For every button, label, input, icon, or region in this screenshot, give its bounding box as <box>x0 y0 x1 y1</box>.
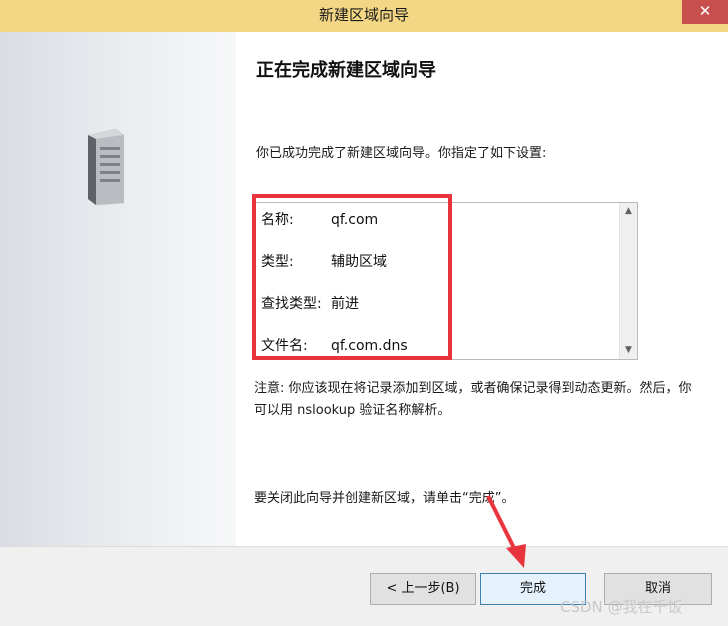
page-title: 正在完成新建区域向导 <box>256 60 436 81</box>
scroll-down-icon[interactable]: ▼ <box>620 342 637 359</box>
note-text: 注意: 你应该现在将记录添加到区域，或者确保记录得到动态更新。然后，你可以用 n… <box>254 381 692 418</box>
window-title: 新建区域向导 <box>318 6 409 24</box>
wizard-window: 新建区域向导 ✕ 正在完成新建区域向导 你已成功完成了新建区域向导。你指定了如下… <box>0 0 728 626</box>
close-button[interactable]: ✕ <box>682 0 728 24</box>
close-icon: ✕ <box>698 2 712 20</box>
scroll-up-icon[interactable]: ▲ <box>620 203 637 220</box>
intro-text: 你已成功完成了新建区域向导。你指定了如下设置: <box>256 146 547 161</box>
side-banner <box>0 32 236 546</box>
back-button[interactable]: < 上一步(B) <box>370 573 476 605</box>
red-arrow-annotation <box>486 495 526 568</box>
vertical-scrollbar[interactable]: ▲ ▼ <box>619 203 637 359</box>
content-area: 正在完成新建区域向导 你已成功完成了新建区域向导。你指定了如下设置: 名称: qf… <box>236 32 728 546</box>
red-highlight-box <box>252 194 452 360</box>
title-bar: 新建区域向导 ✕ <box>0 0 728 32</box>
watermark-text: CSDN @我在千饭 <box>560 598 683 616</box>
server-icon <box>88 129 124 205</box>
finish-hint-text: 要关闭此向导并创建新区域，请单击“完成”。 <box>254 491 515 506</box>
